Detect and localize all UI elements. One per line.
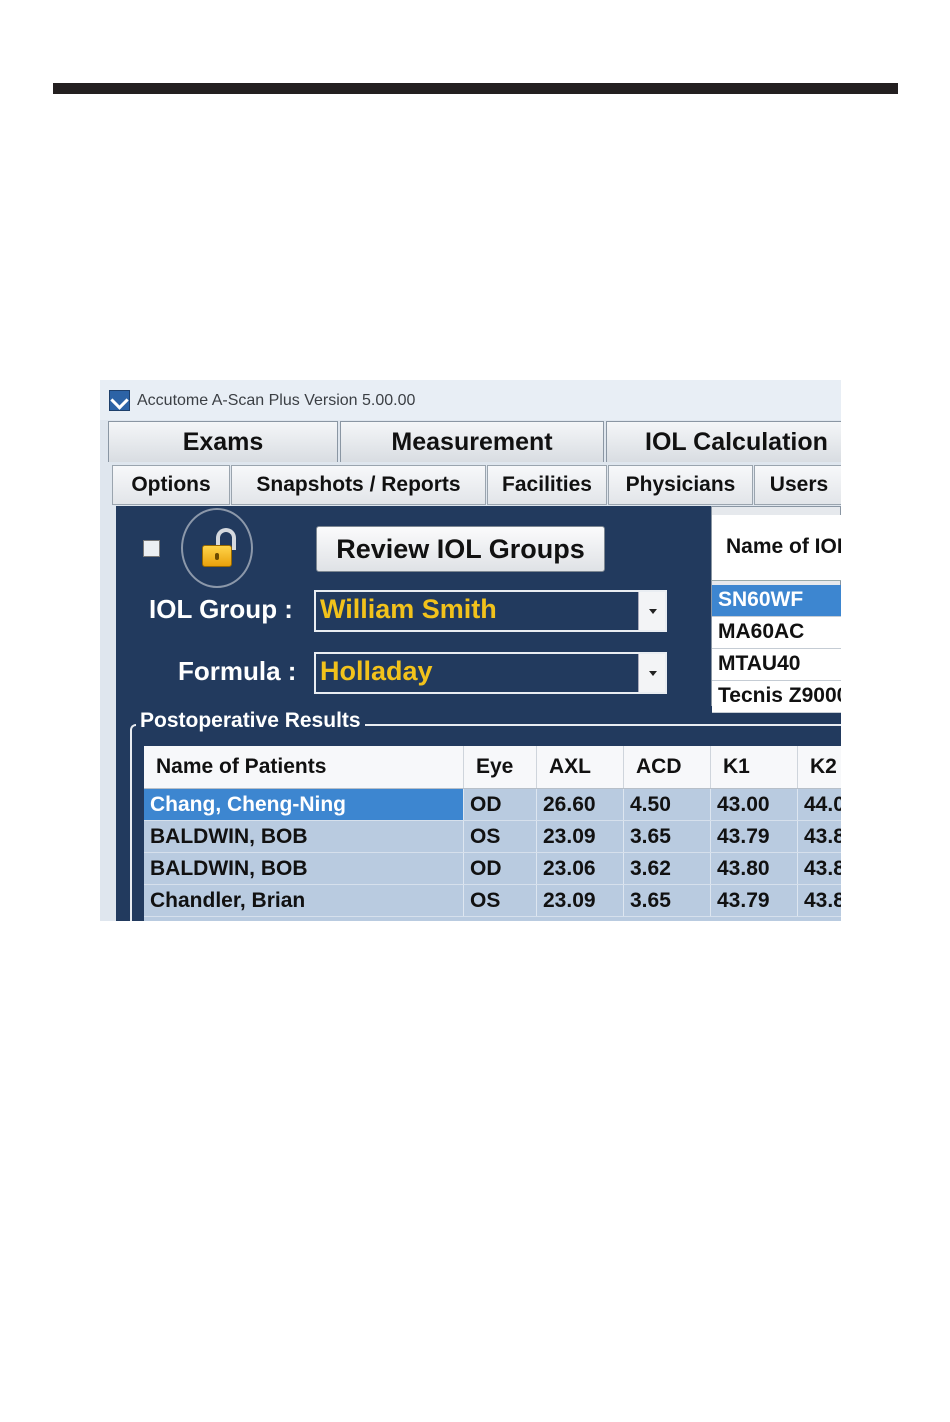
window-title: Accutome A-Scan Plus Version 5.00.00 (137, 392, 416, 409)
tab-users[interactable]: Users (754, 465, 841, 505)
chevron-down-icon[interactable] (638, 654, 665, 692)
cell-axl: 26.60 (537, 789, 624, 820)
lock-checkbox[interactable] (143, 540, 160, 557)
iol-item-label: MA60AC (718, 620, 805, 643)
chevron-down-icon[interactable] (638, 592, 665, 630)
formula-select[interactable]: Holladay (314, 652, 667, 694)
tab-physicians[interactable]: Physicians (608, 465, 753, 505)
tab-iol-calculation[interactable]: IOL Calculation (606, 421, 841, 462)
iol-group-select[interactable]: William Smith (314, 590, 667, 632)
cell-k1: 43.80 (711, 853, 798, 884)
cell-axl: 23.06 (537, 853, 624, 884)
cell-name: Chandler, Brian (144, 885, 464, 916)
col-header-acd[interactable]: ACD (624, 746, 711, 788)
tab-facilities[interactable]: Facilities (487, 465, 607, 505)
table-row[interactable]: BALDWIN, BOB OS 23.09 3.65 43.79 43.80 (144, 821, 841, 853)
iol-group-value: William Smith (320, 594, 497, 624)
page-top-rule (53, 83, 898, 94)
cell-axl: 23.09 (537, 885, 624, 916)
iol-item-label: SN60WF (718, 588, 804, 611)
review-iol-groups-button[interactable]: Review IOL Groups (316, 526, 605, 572)
cell-name: BALDWIN, BOB (144, 821, 464, 852)
iol-list-item[interactable]: MA60AC (712, 617, 841, 649)
tab-exams[interactable]: Exams (108, 421, 338, 462)
table-row[interactable]: BALDWIN, BOB OD 23.06 3.62 43.80 43.80 (144, 853, 841, 885)
tab-snapshots-reports[interactable]: Snapshots / Reports (231, 465, 486, 505)
formula-label: Formula : (178, 656, 297, 686)
col-header-k2[interactable]: K2 (798, 746, 841, 788)
cell-name: BALDWIN, BOB (144, 853, 464, 884)
iol-list-item[interactable]: Tecnis Z9000 (712, 681, 841, 713)
iol-list-item[interactable]: MTAU40 (712, 649, 841, 681)
lock-body (202, 545, 232, 567)
iol-list-header-label: Name of IOL (726, 535, 841, 558)
postop-results-table: Name of Patients Eye AXL ACD K1 K2 Chang… (144, 746, 841, 921)
cell-acd: 4.50 (624, 789, 711, 820)
cell-k2: 43.80 (798, 853, 841, 884)
cell-k1: 43.79 (711, 885, 798, 916)
cell-axl: 23.09 (537, 821, 624, 852)
col-header-eye[interactable]: Eye (464, 746, 537, 788)
iol-list: Name of IOL SN60WF MA60AC MTAU40 Tecnis … (711, 506, 841, 713)
table-row[interactable]: Chang, Cheng-Ning OD 26.60 4.50 43.00 44… (144, 789, 841, 821)
cell-name: Chang, Cheng-Ning (144, 789, 464, 820)
cell-eye: OD (464, 853, 537, 884)
cell-k2: 44.00 (798, 789, 841, 820)
iol-item-label: MTAU40 (718, 652, 801, 675)
tab-measurement[interactable]: Measurement (340, 421, 604, 462)
options-panel: Review IOL Groups IOL Group : William Sm… (116, 506, 841, 921)
cell-acd: 3.65 (624, 885, 711, 916)
col-header-k1[interactable]: K1 (711, 746, 798, 788)
postop-results-title: Postoperative Results (136, 709, 365, 733)
unlock-icon[interactable] (181, 508, 253, 588)
cell-eye: OS (464, 821, 537, 852)
cell-acd: 3.65 (624, 821, 711, 852)
col-header-axl[interactable]: AXL (537, 746, 624, 788)
col-header-name[interactable]: Name of Patients (144, 746, 464, 788)
cell-k1: 43.79 (711, 821, 798, 852)
cell-k1: 43.00 (711, 789, 798, 820)
title-bar: Accutome A-Scan Plus Version 5.00.00 (100, 380, 841, 420)
formula-value: Holladay (320, 656, 433, 686)
cell-k2: 43.80 (798, 885, 841, 916)
iol-group-label: IOL Group : (149, 594, 293, 624)
tab-options[interactable]: Options (112, 465, 230, 505)
cell-k2: 43.80 (798, 821, 841, 852)
iol-list-item[interactable]: SN60WF (712, 585, 841, 617)
table-row[interactable]: Chandler, Brian OS 23.09 3.65 43.79 43.8… (144, 885, 841, 917)
iol-item-label: Tecnis Z9000 (718, 684, 841, 707)
cell-acd: 3.62 (624, 853, 711, 884)
app-window: Accutome A-Scan Plus Version 5.00.00 Exa… (100, 380, 841, 921)
app-icon (109, 390, 130, 411)
cell-eye: OS (464, 885, 537, 916)
iol-list-header: Name of IOL (712, 515, 841, 581)
table-header: Name of Patients Eye AXL ACD K1 K2 (144, 746, 841, 789)
cell-eye: OD (464, 789, 537, 820)
